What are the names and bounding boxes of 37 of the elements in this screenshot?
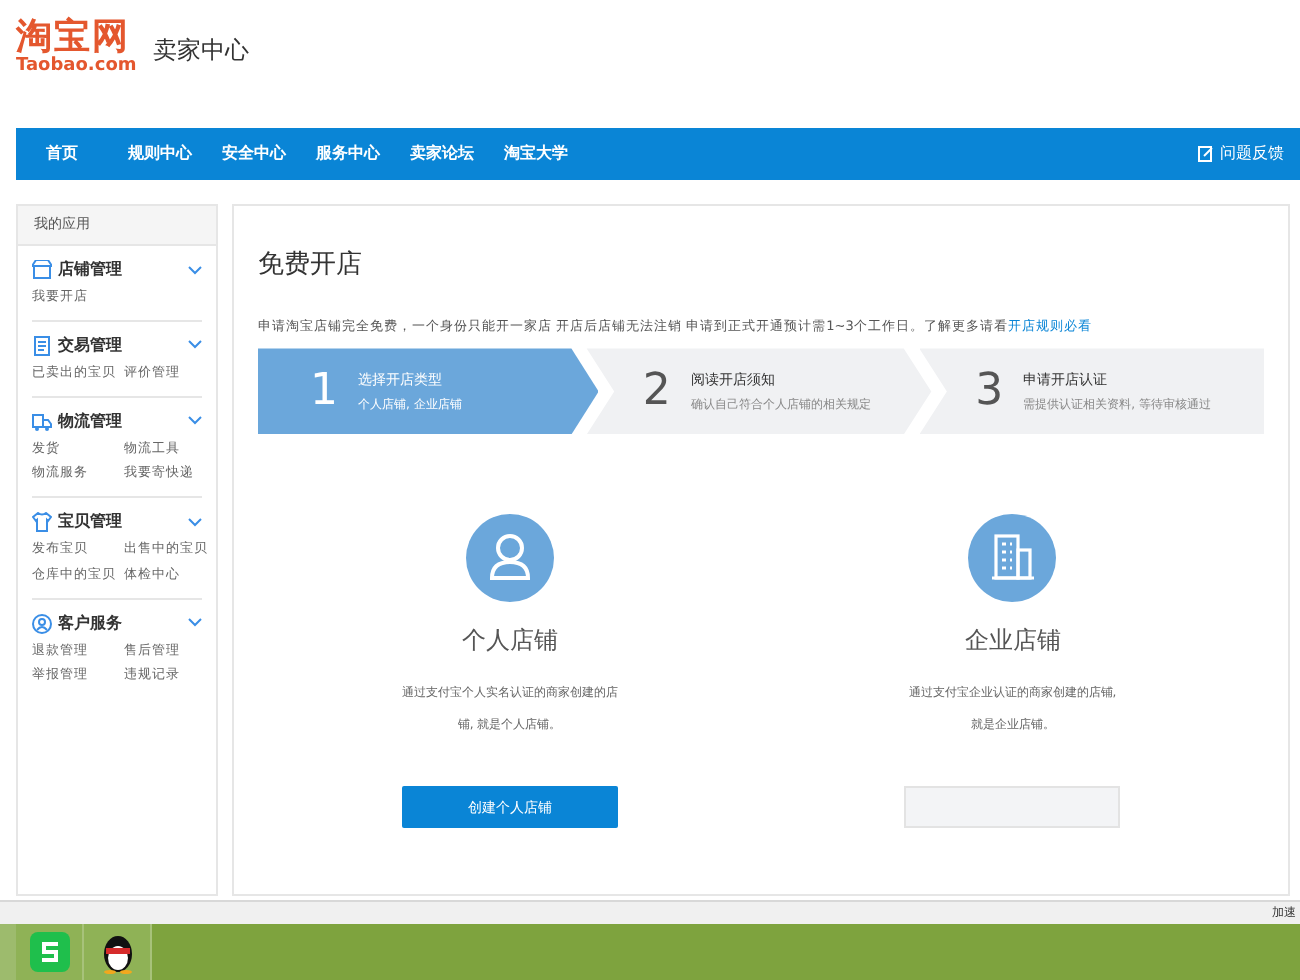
store-type-title: 企业店铺 xyxy=(964,624,1061,659)
chevron-icon[interactable] xyxy=(188,416,202,426)
taskbar-button[interactable] xyxy=(84,924,152,980)
nav-link[interactable]: 淘宝大学 xyxy=(504,142,568,166)
penguin-icon xyxy=(99,930,135,974)
chevron-icon[interactable] xyxy=(188,517,202,527)
step-number: 3 xyxy=(975,364,1004,421)
page-title: 卖家中心 xyxy=(152,34,249,68)
truck-icon xyxy=(32,411,52,431)
logo-text: 淘宝网 xyxy=(16,20,130,56)
menu-group-title[interactable]: 物流管理 xyxy=(58,409,122,433)
store-icon xyxy=(32,260,52,280)
chevron-icon[interactable] xyxy=(188,340,202,351)
step-number: 1 xyxy=(310,364,338,421)
nav-link[interactable]: 服务中心 xyxy=(316,142,380,166)
nav-link[interactable]: 安全中心 xyxy=(222,142,286,166)
nav-link[interactable]: 首页 xyxy=(46,142,78,166)
step-number: 2 xyxy=(642,364,671,421)
page-heading: 免费开店 xyxy=(258,248,364,284)
menu-group-title[interactable]: 交易管理 xyxy=(58,333,122,358)
menu-group-title[interactable]: 客户服务 xyxy=(58,611,122,635)
menu-group-title[interactable]: 店铺管理 xyxy=(58,258,122,282)
chevron-icon[interactable] xyxy=(188,265,202,275)
app-icon xyxy=(29,932,69,972)
person-icon xyxy=(32,613,52,633)
chevron-icon[interactable] xyxy=(188,618,202,628)
nav-link[interactable]: 规则中心 xyxy=(128,142,192,166)
store-type-title: 个人店铺 xyxy=(461,624,558,659)
building-icon xyxy=(968,514,1057,603)
menu-group-title[interactable]: 宝贝管理 xyxy=(58,510,122,534)
feedback-link[interactable]: 问题反馈 xyxy=(1198,142,1284,166)
shirt-icon xyxy=(32,512,52,532)
edit-icon xyxy=(1198,146,1214,162)
document-icon xyxy=(32,335,52,356)
nav-link[interactable]: 卖家论坛 xyxy=(410,142,474,166)
person-icon xyxy=(465,514,554,603)
logo-subtext: Taobao.com xyxy=(16,58,137,76)
